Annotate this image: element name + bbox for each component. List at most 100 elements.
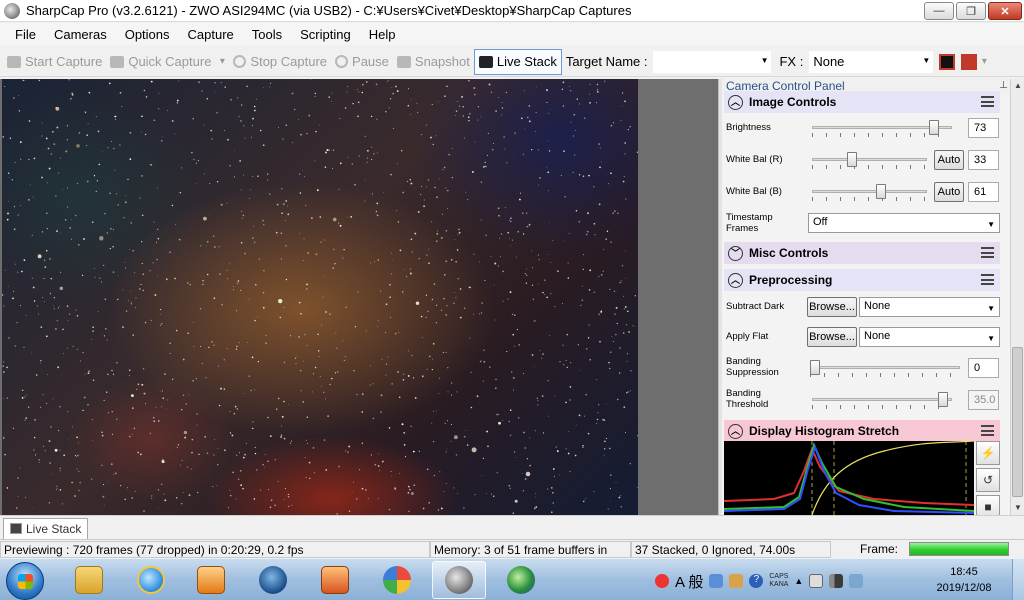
focus-assist-icon[interactable] xyxy=(961,53,978,70)
hamburger-menu-icon[interactable] xyxy=(981,425,994,436)
taskbar-explorer[interactable] xyxy=(62,561,116,599)
preprocessing-header[interactable]: ︿ Preprocessing xyxy=(724,269,1000,291)
network-icon[interactable] xyxy=(829,574,844,588)
start-button[interactable] xyxy=(6,562,44,600)
ime-pad-icon[interactable] xyxy=(709,574,724,588)
white-bal-r-value[interactable]: 33 xyxy=(968,150,999,170)
menu-scripting[interactable]: Scripting xyxy=(291,27,360,42)
package-icon xyxy=(321,566,349,594)
pin-icon[interactable]: ⊥ xyxy=(999,80,1008,91)
apply-flat-value: None xyxy=(864,330,891,342)
timestamp-label-line2: Frames xyxy=(726,223,759,234)
slider-ticks xyxy=(812,197,927,201)
brightness-value[interactable]: 73 xyxy=(968,118,999,138)
stop-capture-button[interactable]: Stop Capture xyxy=(229,49,331,75)
windows-taskbar: A 般 ? CAPS KANA ▲ 18:45 2019/12/08 xyxy=(0,558,1024,600)
histogram-display[interactable] xyxy=(724,441,974,515)
slider-ticks xyxy=(812,405,952,409)
ime-tools-icon[interactable] xyxy=(729,574,744,588)
caps-indicator: CAPS xyxy=(769,573,789,580)
fx-dropdown[interactable]: None ▼ xyxy=(809,50,934,73)
menu-capture[interactable]: Capture xyxy=(179,27,243,42)
minimize-button[interactable]: — xyxy=(924,2,954,20)
apply-flat-browse-button[interactable]: Browse... xyxy=(807,327,857,347)
white-bal-b-value[interactable]: 61 xyxy=(968,182,999,202)
show-desktop-button[interactable] xyxy=(1012,559,1024,600)
taskbar-earth-app[interactable] xyxy=(494,561,548,599)
pause-button[interactable]: Pause xyxy=(331,49,393,75)
overlay-dropdown-icon[interactable]: ▾ xyxy=(977,56,991,67)
hamburger-menu-icon[interactable] xyxy=(981,247,994,258)
taskbar-sharpcap[interactable] xyxy=(432,561,486,599)
quick-capture-label: Quick Capture xyxy=(128,54,212,69)
slider-ticks xyxy=(812,165,927,169)
menu-help[interactable]: Help xyxy=(360,27,405,42)
brightness-slider[interactable] xyxy=(812,120,952,137)
expand-icon: ﹀ xyxy=(728,245,743,261)
slider-thumb[interactable] xyxy=(938,392,948,407)
slider-thumb[interactable] xyxy=(929,120,939,135)
banding-threshold-slider[interactable] xyxy=(812,392,952,409)
taskbar-internet-explorer[interactable] xyxy=(124,561,178,599)
status-previewing: Previewing : 720 frames (77 dropped) in … xyxy=(0,541,430,558)
scroll-down-icon[interactable]: ▼ xyxy=(1011,501,1024,515)
hamburger-menu-icon[interactable] xyxy=(981,274,994,285)
menu-file[interactable]: File xyxy=(6,27,45,42)
quick-capture-button[interactable]: Quick Capture xyxy=(106,49,215,75)
taskbar-app-orange[interactable] xyxy=(308,561,362,599)
hp-icon xyxy=(259,566,287,594)
camera-control-panel: Camera Control Panel ⊥ ︿ Image Controls … xyxy=(722,79,1010,515)
misc-controls-header[interactable]: ﹀ Misc Controls xyxy=(724,242,1000,264)
snapshot-camera-icon xyxy=(396,55,411,68)
usb-device-icon[interactable] xyxy=(809,574,824,588)
help-icon[interactable]: ? xyxy=(749,574,764,588)
subtract-dark-browse-button[interactable]: Browse... xyxy=(807,297,857,317)
apply-flat-dropdown[interactable]: None ▼ xyxy=(859,327,1000,347)
paint-palette-icon xyxy=(383,566,411,594)
target-name-combobox[interactable]: ▼ xyxy=(653,50,772,73)
start-capture-button[interactable]: Start Capture xyxy=(3,49,106,75)
taskbar-hp[interactable] xyxy=(246,561,300,599)
white-bal-b-slider[interactable] xyxy=(812,184,927,201)
quick-capture-dropdown-icon[interactable]: ▾ xyxy=(215,56,229,67)
save-icon[interactable]: ■ xyxy=(976,495,1000,515)
slider-thumb[interactable] xyxy=(810,360,820,375)
banding-suppression-value[interactable]: 0 xyxy=(968,358,999,378)
white-bal-r-slider[interactable] xyxy=(812,152,927,169)
volume-icon[interactable] xyxy=(849,574,864,588)
auto-stretch-lightning-icon[interactable]: ⚡ xyxy=(976,441,1000,465)
scroll-up-icon[interactable]: ▲ xyxy=(1011,79,1024,93)
show-hidden-icons[interactable]: ▲ xyxy=(794,576,803,586)
white-bal-r-auto-button[interactable]: Auto xyxy=(934,150,964,170)
menu-tools[interactable]: Tools xyxy=(243,27,291,42)
reset-icon[interactable]: ↺ xyxy=(976,468,1000,492)
menu-options[interactable]: Options xyxy=(116,27,179,42)
reticle-icon[interactable] xyxy=(939,53,956,70)
tab-live-stack[interactable]: Live Stack xyxy=(3,518,89,539)
hamburger-menu-icon[interactable] xyxy=(981,96,994,107)
ime-indicator[interactable]: A 般 xyxy=(675,571,703,592)
misc-controls-title: Misc Controls xyxy=(749,246,829,260)
slider-thumb[interactable] xyxy=(876,184,886,199)
taskbar-media-player[interactable] xyxy=(184,561,238,599)
menu-cameras[interactable]: Cameras xyxy=(45,27,116,42)
taskbar-paint[interactable] xyxy=(370,561,424,599)
close-button[interactable]: ✕ xyxy=(988,2,1022,20)
system-clock[interactable]: 18:45 2019/12/08 xyxy=(924,564,1004,596)
slider-thumb[interactable] xyxy=(847,152,857,167)
image-viewer[interactable] xyxy=(0,79,718,515)
image-controls-header[interactable]: ︿ Image Controls xyxy=(724,91,1000,113)
maximize-button[interactable]: ❐ xyxy=(956,2,986,20)
chevron-down-icon: ▼ xyxy=(987,220,995,229)
histogram-stretch-header[interactable]: ︿ Display Histogram Stretch xyxy=(724,420,1000,442)
panel-scrollbar[interactable]: ▲ ▼ xyxy=(1010,79,1024,515)
live-stack-button[interactable]: Live Stack xyxy=(473,48,562,75)
white-bal-b-auto-button[interactable]: Auto xyxy=(934,182,964,202)
tray-pin-icon[interactable] xyxy=(655,574,669,588)
snapshot-button[interactable]: Snapshot xyxy=(393,49,474,75)
subtract-dark-dropdown[interactable]: None ▼ xyxy=(859,297,1000,317)
banding-suppression-slider[interactable] xyxy=(810,360,960,377)
scrollbar-thumb[interactable] xyxy=(1012,347,1023,497)
timestamp-frames-dropdown[interactable]: Off ▼ xyxy=(808,213,1000,233)
collapse-icon: ︿ xyxy=(728,272,743,288)
